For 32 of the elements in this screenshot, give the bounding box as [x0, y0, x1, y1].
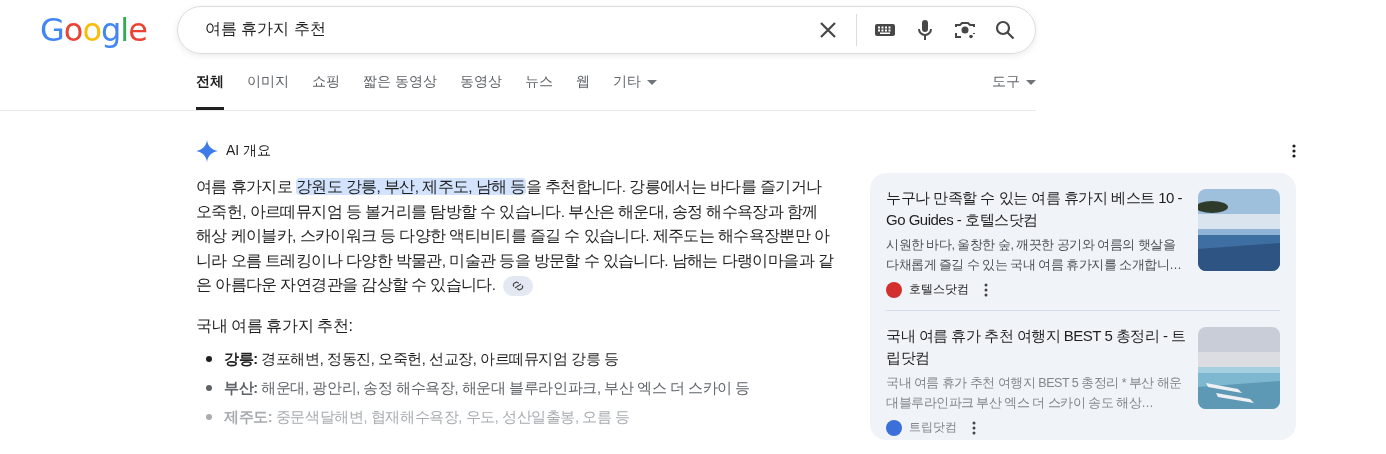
ai-overview-title: AI 개요 [226, 142, 272, 160]
overview-paragraph: 여름 휴가지로 강원도 강릉, 부산, 제주도, 남해 등을 추천합니다. 강릉에서는 바다를 즐기거나 오죽헌, 아르떼뮤지엄 등 볼거리를 탐방할 수 있습니다. 부산은 해운대, 송정 해수욕장과 함께 해상 케이블카, 스카이워크 등 다양한 액티비티를 즐길 수 있습니다. 제주도는 해수욕장뿐만 아니라 오름 트레킹이나 다양한 박물관, 미술관 등을 방문할 수 있습니다. 남해는 다랭이마을과 같은 아름다운 자연경관을 감상할 수 있습니다. [196, 175, 836, 298]
bullet-icon [206, 356, 212, 362]
source-snippet: 시원한 바다, 울창한 숲, 깨끗한 공기와 여름의 햇살을 다채롭게 즐길 수 있는 국내 여름 휴가지를 소개합니… [886, 237, 1183, 274]
tab[interactable]: 동영상 [459, 54, 502, 110]
tab[interactable]: 전체 [196, 54, 224, 110]
tab[interactable]: 짧은 동영상 [363, 54, 437, 110]
google-logo[interactable]: Google [40, 10, 160, 49]
caret-icon [1026, 79, 1036, 85]
source-snippet: 국내 여름 휴가 추천 여행지 BEST 5 총정리 * 부산 해운대블루라인파크 부산 엑스 더 스카이 송도 해상… [886, 375, 1183, 412]
site-name: 트립닷컴 [909, 419, 957, 436]
source-link[interactable]: 누구나 만족할 수 있는 여름 휴가지 베스트 10 - Go Guides - 호텔스닷컴 [886, 187, 1186, 231]
more-options-icon[interactable] [972, 420, 976, 435]
bullet-icon [206, 385, 212, 391]
sparkle-icon [196, 140, 218, 162]
tab[interactable]: 이미지 [247, 54, 289, 110]
section-heading: 국내 여름 휴가지 추천: [196, 315, 354, 336]
tools-menu[interactable]: 도구 [992, 54, 1036, 110]
list-item: 강릉: 경포해변, 정동진, 오죽헌, 선교장, 아르떼뮤지엄 강릉 등 [224, 349, 619, 369]
list-item: 제주도: 중문색달해변, 협재해수욕장, 우도, 성산일출봉, 오름 등 [224, 407, 630, 427]
link-icon[interactable] [503, 275, 534, 296]
list-item: 부산: 해운대, 광안리, 송정 해수욕장, 해운대 블루라인파크, 부산 엑스 더 스카이 등 [224, 378, 751, 398]
site-name: 호텔스닷컴 [909, 281, 969, 298]
tab[interactable]: 뉴스 [524, 54, 553, 110]
tab[interactable]: 기타 [612, 54, 657, 110]
more-options-icon[interactable] [1292, 144, 1296, 158]
more-options-icon[interactable] [984, 282, 988, 297]
source-link[interactable]: 국내 여름 휴가 추천 여행지 BEST 5 총정리 - 트립닷컴 [886, 325, 1186, 369]
tab[interactable]: 쇼핑 [312, 54, 340, 110]
tab[interactable]: 웹 [575, 54, 590, 110]
caret-icon [646, 79, 657, 85]
bullet-icon [206, 414, 212, 420]
